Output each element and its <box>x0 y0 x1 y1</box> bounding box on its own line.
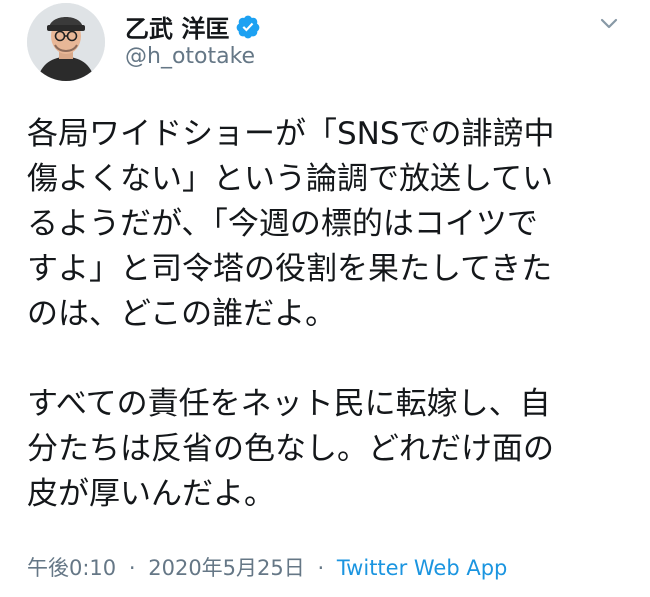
tweet-text: 各局ワイドショーが「SNSでの誹謗中 傷よくない」という論調で放送してい るよう… <box>27 112 627 517</box>
author-name[interactable]: 乙武 洋匡 <box>125 9 261 44</box>
author-handle[interactable]: @h_ototake <box>125 44 255 69</box>
tweet-line: のは、どこの誰だよ。 <box>27 296 337 332</box>
tweet-date[interactable]: 2020年5月25日 <box>148 556 305 580</box>
tweet-time[interactable]: 午後0:10 <box>27 556 116 580</box>
tweet-line: るようだが、「今週の標的はコイツで <box>27 206 538 242</box>
meta-separator: · <box>317 556 325 580</box>
avatar-photo <box>27 3 105 81</box>
tweet-line: 皮が厚いんだよ。 <box>27 476 275 512</box>
tweet-line: すべての責任をネット民に転嫁し、自 <box>27 386 551 422</box>
author-name-text: 乙武 洋匡 <box>125 15 230 43</box>
tweet-line: 分たちは反省の色なし。どれだけ面の <box>27 431 554 467</box>
meta-separator: · <box>128 556 136 580</box>
verified-badge-icon <box>235 14 261 40</box>
tweet-line: 傷よくない」という論調で放送してい <box>27 161 554 197</box>
tweet-source-link[interactable]: Twitter Web App <box>337 556 508 580</box>
avatar[interactable] <box>27 3 105 81</box>
tweet-meta: 午後0:10 · 2020年5月25日 · Twitter Web App <box>27 552 507 582</box>
tweet-line: すよ」と司令塔の役割を果たしてきた <box>27 251 553 287</box>
tweet-card: 乙武 洋匡 @h_ototake 各局ワイドショーが「SNSでの誹謗中 傷よくな… <box>0 0 650 597</box>
chevron-down-icon[interactable] <box>598 12 620 34</box>
tweet-line: 各局ワイドショーが「SNSでの誹謗中 <box>27 116 555 152</box>
